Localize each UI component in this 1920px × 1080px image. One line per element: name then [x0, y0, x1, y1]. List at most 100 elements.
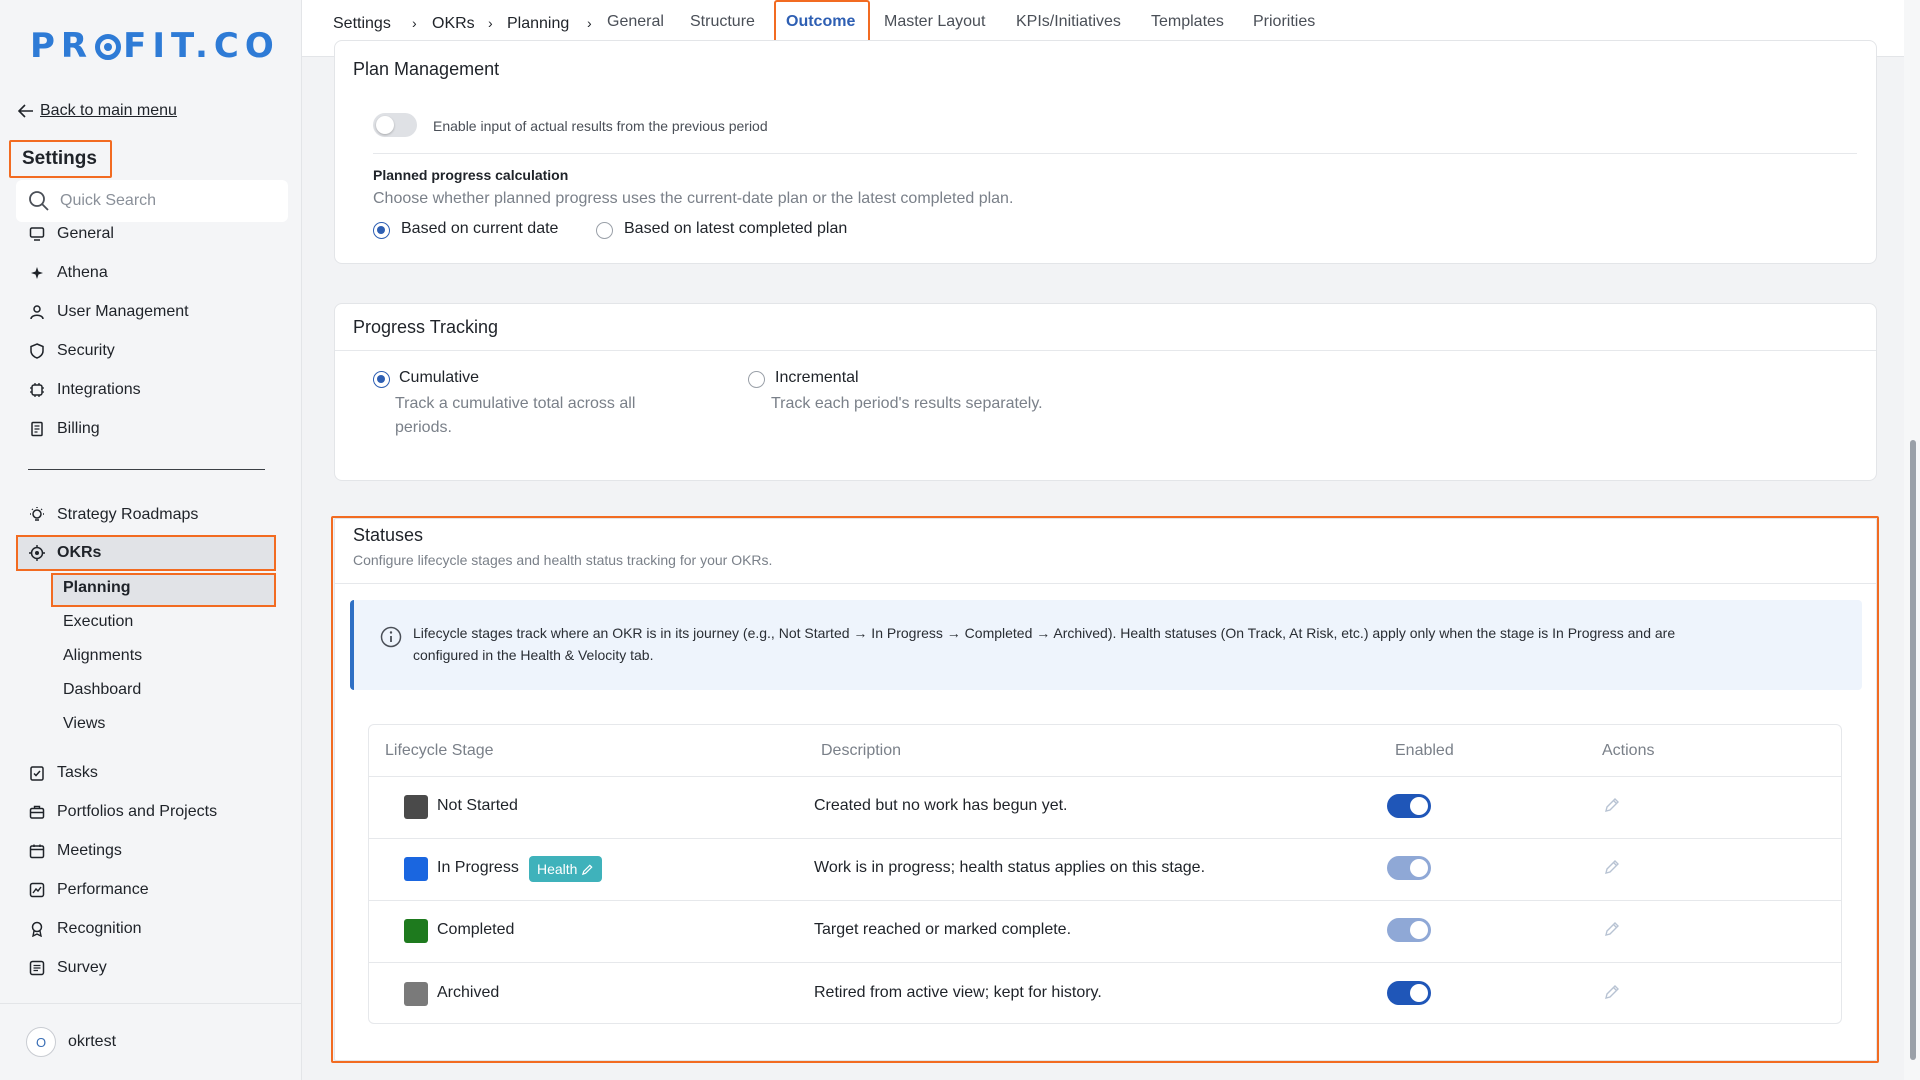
stage-name: Completed — [437, 921, 515, 938]
tab-templates[interactable]: Templates — [1151, 13, 1224, 31]
health-badge[interactable]: Health — [529, 856, 603, 882]
user-profile[interactable]: O okrtest — [0, 1003, 302, 1080]
sidebar-subitem-dashboard[interactable]: Dashboard — [63, 681, 141, 699]
sidebar-item-integrations[interactable]: Integrations — [28, 378, 141, 402]
stage-enabled-toggle[interactable] — [1387, 794, 1431, 818]
cumulative-desc-line2: periods. — [395, 419, 452, 436]
sidebar-subitem-execution[interactable]: Execution — [63, 613, 133, 631]
user-icon — [28, 303, 46, 321]
sidebar-item-meetings[interactable]: Meetings — [28, 839, 122, 863]
radio-label-cumulative: Cumulative — [399, 369, 480, 386]
form-icon — [28, 959, 46, 977]
sidebar: PRFIT.CO Back to main menu Settings Gene… — [0, 0, 302, 1080]
edit-pencil-icon[interactable] — [1602, 982, 1622, 1002]
stage-color-swatch — [404, 919, 428, 943]
bulb-icon — [28, 506, 46, 524]
section-divider — [373, 153, 1857, 154]
sidebar-item-tasks[interactable]: Tasks — [28, 761, 98, 785]
row-divider — [369, 900, 1841, 901]
sidebar-item-athena[interactable]: Athena — [28, 261, 108, 285]
logo-target-icon — [95, 34, 122, 60]
stage-color-swatch — [404, 982, 428, 1006]
calendar-icon — [28, 842, 46, 860]
checklist-icon — [28, 764, 46, 782]
column-header-actions: Actions — [1602, 742, 1655, 759]
quick-search-input[interactable] — [60, 192, 260, 210]
edit-pencil-icon[interactable] — [1602, 857, 1622, 877]
column-header-lifecycle-stage: Lifecycle Stage — [385, 742, 494, 759]
sidebar-item-performance[interactable]: Performance — [28, 878, 149, 902]
edit-pencil-icon[interactable] — [1602, 919, 1622, 939]
plan-management-title: Plan Management — [353, 59, 500, 79]
info-icon — [380, 626, 402, 648]
card-header-divider — [335, 350, 1876, 351]
stage-description: Retired from active view; kept for histo… — [814, 984, 1102, 1001]
quick-search[interactable] — [16, 180, 288, 222]
tab-outcome[interactable]: Outcome — [786, 13, 855, 31]
target-icon — [28, 544, 46, 562]
shield-icon — [28, 342, 46, 360]
breadcrumb-separator: › — [587, 15, 592, 31]
chart-icon — [28, 881, 46, 899]
planned-progress-calc-desc: Choose whether planned progress uses the… — [373, 190, 1014, 207]
sidebar-item-strategy-roadmaps[interactable]: Strategy Roadmaps — [28, 503, 198, 527]
toggle-knob — [1410, 859, 1428, 877]
breadcrumb-separator: › — [488, 15, 493, 31]
sidebar-item-survey[interactable]: Survey — [28, 956, 107, 980]
back-to-main-menu-link[interactable]: Back to main menu — [18, 102, 177, 120]
planned-progress-calc-title: Planned progress calculation — [373, 167, 569, 183]
previous-period-toggle[interactable] — [373, 113, 417, 137]
lifecycle-info-box: Lifecycle stages track where an OKR is i… — [350, 600, 1862, 690]
page-scrollbar[interactable] — [1904, 0, 1920, 1080]
sidebar-subitem-alignments[interactable]: Alignments — [63, 647, 142, 665]
radio-based-on-current-date[interactable] — [373, 222, 390, 239]
radio-based-on-latest-plan[interactable] — [596, 222, 613, 239]
breadcrumb-separator: › — [412, 15, 417, 31]
tab-master-layout[interactable]: Master Layout — [884, 13, 985, 31]
tab-kpis-initiatives[interactable]: KPIs/Initiatives — [1016, 13, 1121, 31]
tab-structure[interactable]: Structure — [690, 13, 755, 31]
sidebar-item-okrs[interactable]: OKRs — [28, 541, 101, 565]
arrow-left-icon — [18, 104, 33, 118]
sidebar-item-billing[interactable]: Billing — [28, 417, 100, 441]
tab-general[interactable]: General — [607, 13, 664, 31]
stage-name: Not Started — [437, 797, 518, 814]
stage-color-swatch — [404, 857, 428, 881]
award-icon — [28, 920, 46, 938]
pencil-icon — [582, 863, 594, 875]
edit-pencil-icon[interactable] — [1602, 795, 1622, 815]
stage-description: Target reached or marked complete. — [814, 921, 1072, 938]
sidebar-subitem-planning[interactable]: Planning — [63, 579, 131, 597]
row-divider — [369, 838, 1841, 839]
sidebar-item-security[interactable]: Security — [28, 339, 115, 363]
stage-description: Work is in progress; health status appli… — [814, 859, 1206, 876]
progress-tracking-card: Progress Tracking Cumulative Track a cum… — [334, 303, 1877, 481]
info-text-line2: configured in the Health & Velocity tab. — [413, 647, 654, 663]
stage-enabled-toggle[interactable] — [1387, 918, 1431, 942]
plan-management-card: Plan Management Enable input of actual r… — [334, 40, 1877, 264]
scrollbar-thumb[interactable] — [1910, 440, 1916, 1060]
stage-enabled-toggle[interactable] — [1387, 981, 1431, 1005]
radio-incremental[interactable] — [748, 371, 765, 388]
profit-co-logo[interactable]: PR FIT.CO — [30, 26, 280, 66]
tab-priorities[interactable]: Priorities — [1253, 13, 1315, 31]
sidebar-item-user-management[interactable]: User Management — [28, 300, 189, 324]
breadcrumb-settings[interactable]: Settings — [333, 15, 391, 33]
briefcase-icon — [28, 803, 46, 821]
info-text-line1: Lifecycle stages track where an OKR is i… — [413, 625, 1676, 641]
stage-color-swatch — [404, 795, 428, 819]
lifecycle-stage-table: Lifecycle Stage Description Enabled Acti… — [368, 724, 1842, 1024]
stage-name: In Progress — [437, 859, 519, 876]
user-name: okrtest — [68, 1033, 117, 1050]
radio-cumulative[interactable] — [373, 371, 390, 388]
sidebar-item-recognition[interactable]: Recognition — [28, 917, 142, 941]
sidebar-item-general[interactable]: General — [28, 222, 114, 246]
breadcrumb-planning[interactable]: Planning — [507, 15, 569, 33]
sidebar-subitem-views[interactable]: Views — [63, 715, 105, 733]
sidebar-item-portfolios-and-projects[interactable]: Portfolios and Projects — [28, 800, 217, 824]
progress-tracking-title: Progress Tracking — [353, 317, 499, 337]
chip-icon — [28, 381, 46, 399]
toggle-knob — [1410, 984, 1428, 1002]
stage-enabled-toggle[interactable] — [1387, 856, 1431, 880]
breadcrumb-okrs[interactable]: OKRs — [432, 15, 475, 33]
